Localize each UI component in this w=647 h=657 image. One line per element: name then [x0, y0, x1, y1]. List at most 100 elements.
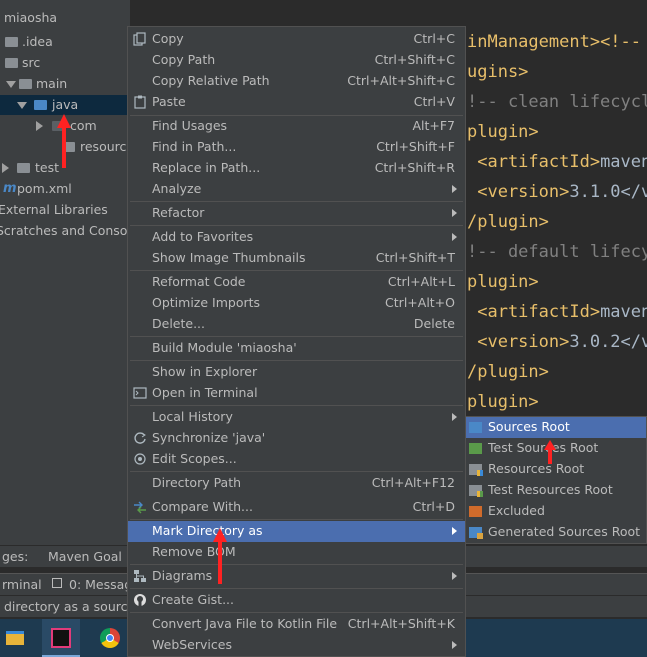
- intellij-icon: [51, 628, 71, 648]
- maven-file-icon: m: [3, 181, 17, 196]
- tree-item-scratches[interactable]: Scratches and Consoles: [0, 221, 145, 241]
- paste-icon: [133, 95, 147, 109]
- menu-separator: [130, 360, 463, 361]
- submenu-item-generated-sources-root[interactable]: Generated Sources Root: [466, 522, 646, 543]
- tree-item-idea[interactable]: .idea: [0, 32, 130, 52]
- folder-icon: [19, 79, 32, 89]
- source-folder-icon: [34, 100, 47, 110]
- code-line: inManagement><!--: [467, 32, 642, 52]
- menu-item-local-history[interactable]: Local History: [128, 407, 465, 428]
- submenu-item-sources-root[interactable]: Sources Root: [466, 417, 646, 438]
- code-line: plugin>: [467, 392, 539, 412]
- project-tree-panel: miaosha .idea src main java com resource…: [0, 0, 145, 545]
- ide-window: miaosha .idea src main java com resource…: [0, 0, 647, 657]
- submenu-item-test-resources-root[interactable]: Test Resources Root: [466, 480, 646, 501]
- sync-icon: [133, 431, 147, 445]
- submenu-arrow-icon: [452, 527, 457, 535]
- menu-item-directory-path[interactable]: Directory Path Ctrl+Alt+F12: [128, 473, 465, 494]
- status-text: directory as a source: [4, 599, 136, 614]
- code-line: /plugin>: [467, 362, 549, 382]
- menu-item-open-in-terminal[interactable]: Open in Terminal: [128, 383, 465, 404]
- context-menu: Copy Ctrl+C Copy Path Ctrl+Shift+C Copy Re…: [127, 26, 466, 657]
- terminal-icon: [133, 386, 147, 400]
- expand-arrow-icon[interactable]: [17, 102, 27, 109]
- tab-terminal[interactable]: rminal: [2, 577, 42, 592]
- menu-item-remove-bom[interactable]: Remove BOM: [128, 542, 465, 563]
- menu-separator: [130, 270, 463, 271]
- code-editor[interactable]: inManagement><!-- ugins> !-- clean lifec…: [465, 25, 647, 415]
- tree-item-external-libraries[interactable]: External Libraries: [0, 200, 130, 220]
- copy-icon: [133, 32, 147, 46]
- menu-item-copy-relative-path[interactable]: Copy Relative Path Ctrl+Alt+Shift+C: [128, 71, 465, 92]
- menu-item-add-to-favorites[interactable]: Add to Favorites: [128, 227, 465, 248]
- menu-item-edit-scopes[interactable]: Edit Scopes...: [128, 449, 465, 470]
- tree-root-row: miaosha: [0, 8, 130, 28]
- compare-icon: [133, 500, 147, 514]
- menu-item-refactor[interactable]: Refactor: [128, 203, 465, 224]
- menu-item-convert-to-kotlin[interactable]: Convert Java File to Kotlin File Ctrl+Alt…: [128, 614, 465, 635]
- code-line: !-- clean lifecycle: [467, 92, 647, 112]
- menu-item-mark-directory-as[interactable]: Mark Directory as: [128, 521, 465, 542]
- menu-separator: [130, 336, 463, 337]
- submenu-arrow-icon: [452, 413, 457, 421]
- menu-item-reformat-code[interactable]: Reformat Code Ctrl+Alt+L: [128, 272, 465, 293]
- folder-icon: [17, 163, 30, 173]
- menu-item-synchronize[interactable]: Synchronize 'java': [128, 428, 465, 449]
- file-explorer-taskbar-button[interactable]: [0, 619, 38, 657]
- menu-item-find-in-path[interactable]: Find in Path... Ctrl+Shift+F: [128, 137, 465, 158]
- menu-item-optimize-imports[interactable]: Optimize Imports Ctrl+Alt+O: [128, 293, 465, 314]
- code-line: <version>3.1.0</v: [467, 182, 647, 202]
- menu-item-diagrams[interactable]: Diagrams: [128, 566, 465, 587]
- tree-item-pom[interactable]: m pom.xml: [0, 179, 130, 199]
- collapse-arrow-icon[interactable]: [36, 121, 43, 131]
- mark-directory-submenu: Sources Root Test Sources Root Resources…: [465, 416, 647, 544]
- menu-separator: [130, 225, 463, 226]
- intellij-taskbar-button[interactable]: [42, 619, 80, 657]
- menu-item-copy-path[interactable]: Copy Path Ctrl+Shift+C: [128, 50, 465, 71]
- menu-item-build-module[interactable]: Build Module 'miaosha': [128, 338, 465, 359]
- submenu-arrow-icon: [452, 185, 457, 193]
- code-line: <version>3.0.2</v: [467, 332, 647, 352]
- menu-item-webservices[interactable]: WebServices: [128, 635, 465, 656]
- menu-item-copy[interactable]: Copy Ctrl+C: [128, 29, 465, 50]
- sources-root-folder-icon: [469, 422, 482, 433]
- menu-item-find-usages[interactable]: Find Usages Alt+F7: [128, 116, 465, 137]
- code-line: /plugin>: [467, 212, 549, 232]
- collapse-arrow-icon[interactable]: [2, 163, 9, 173]
- menu-separator: [130, 588, 463, 589]
- submenu-item-excluded[interactable]: Excluded: [466, 501, 646, 522]
- code-line: !-- default lifecy: [467, 242, 647, 262]
- menu-item-analyze[interactable]: Analyze: [128, 179, 465, 200]
- menu-separator: [130, 519, 463, 520]
- menu-item-create-gist[interactable]: Create Gist...: [128, 590, 465, 611]
- code-line: <artifactId>maven: [467, 302, 647, 322]
- github-icon: [133, 593, 147, 607]
- code-line: ugins>: [467, 62, 529, 82]
- excluded-folder-icon: [469, 506, 482, 517]
- tab-maven-goal[interactable]: Maven Goal: [48, 549, 122, 564]
- submenu-arrow-icon: [452, 233, 457, 241]
- menu-item-delete[interactable]: Delete... Delete: [128, 314, 465, 335]
- submenu-arrow-icon: [452, 641, 457, 649]
- tab-messages-left[interactable]: ges:: [2, 549, 28, 564]
- tree-item-src[interactable]: src: [0, 53, 130, 73]
- menu-item-show-image-thumbnails[interactable]: Show Image Thumbnails Ctrl+Shift+T: [128, 248, 465, 269]
- annotation-arrow-sources-root: [544, 440, 556, 464]
- folder-icon: [5, 58, 18, 68]
- menu-separator: [130, 564, 463, 565]
- code-line: plugin>: [467, 272, 539, 292]
- menu-item-paste[interactable]: Paste Ctrl+V: [128, 92, 465, 113]
- menu-separator: [130, 471, 463, 472]
- chrome-taskbar-button[interactable]: [91, 619, 129, 657]
- folder-icon: [6, 631, 24, 645]
- menu-item-replace-in-path[interactable]: Replace in Path... Ctrl+Shift+R: [128, 158, 465, 179]
- expand-arrow-icon[interactable]: [6, 81, 16, 88]
- menu-separator: [130, 405, 463, 406]
- test-sources-folder-icon: [469, 443, 482, 454]
- tree-item-main[interactable]: main: [0, 74, 130, 94]
- annotation-arrow-java: [57, 114, 71, 168]
- menu-item-compare-with[interactable]: Compare With... Ctrl+D: [128, 497, 465, 518]
- menu-item-show-in-explorer[interactable]: Show in Explorer: [128, 362, 465, 383]
- submenu-arrow-icon: [452, 572, 457, 580]
- menu-separator: [130, 201, 463, 202]
